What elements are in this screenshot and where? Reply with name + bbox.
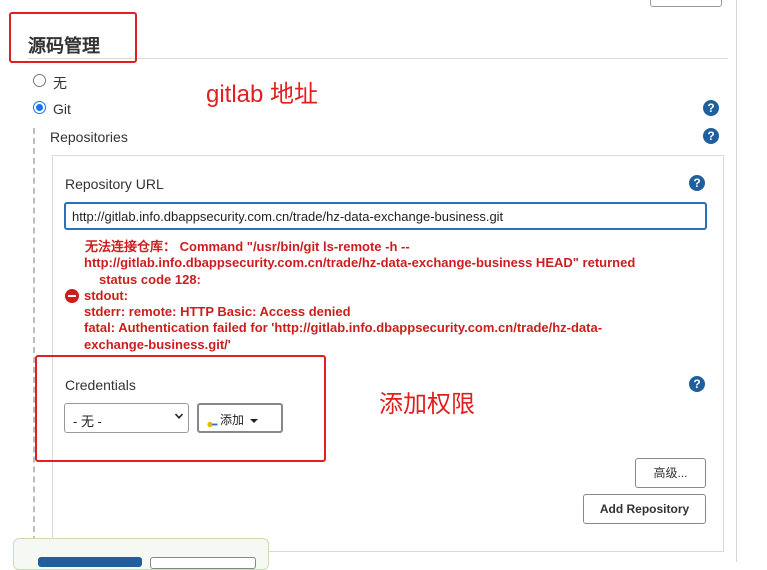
- help-icon[interactable]: ?: [703, 100, 719, 116]
- save-button[interactable]: [38, 557, 142, 567]
- connection-error-message: 无法连接仓库： Command "/usr/bin/git ls-remote …: [84, 239, 704, 353]
- error-line: http://gitlab.info.dbappsecurity.com.cn/…: [84, 255, 636, 271]
- help-icon[interactable]: ?: [703, 128, 719, 144]
- top-button-fragment[interactable]: [650, 0, 722, 7]
- apply-button[interactable]: [150, 557, 256, 569]
- repositories-label: Repositories: [50, 129, 128, 145]
- error-line: status code 128:: [99, 271, 201, 287]
- annotation-credentials: 添加权限: [379, 391, 475, 418]
- help-icon[interactable]: ?: [689, 376, 705, 392]
- error-icon: [65, 289, 79, 303]
- annotation-box-credentials: [35, 355, 326, 462]
- error-line: stdout:: [84, 287, 129, 303]
- help-icon[interactable]: ?: [689, 175, 705, 191]
- error-line: stderr: remote: HTTP Basic: Access denie…: [84, 304, 351, 320]
- repository-url-label: Repository URL: [65, 176, 164, 192]
- annotation-box-title: [9, 12, 137, 63]
- error-line: 无法连接仓库： Command "/usr/bin/git ls-remote …: [85, 239, 410, 254]
- scm-git-radio[interactable]: [33, 101, 46, 114]
- panel-right-border: [736, 0, 737, 562]
- error-line: fatal: Authentication failed for 'http:/…: [84, 320, 603, 336]
- scm-none-radio[interactable]: [33, 74, 46, 87]
- error-line: exchange-business.git/': [84, 336, 231, 352]
- annotation-gitlab: gitlab 地址: [206, 81, 319, 108]
- scm-git-label: Git: [53, 101, 71, 117]
- add-repository-button[interactable]: Add Repository: [583, 494, 706, 524]
- advanced-button[interactable]: 高级...: [635, 458, 706, 488]
- repository-url-input[interactable]: http://gitlab.info.dbappsecurity.com.cn/…: [64, 202, 707, 230]
- nesting-guide: [33, 128, 35, 562]
- scm-none-label: 无: [53, 75, 67, 91]
